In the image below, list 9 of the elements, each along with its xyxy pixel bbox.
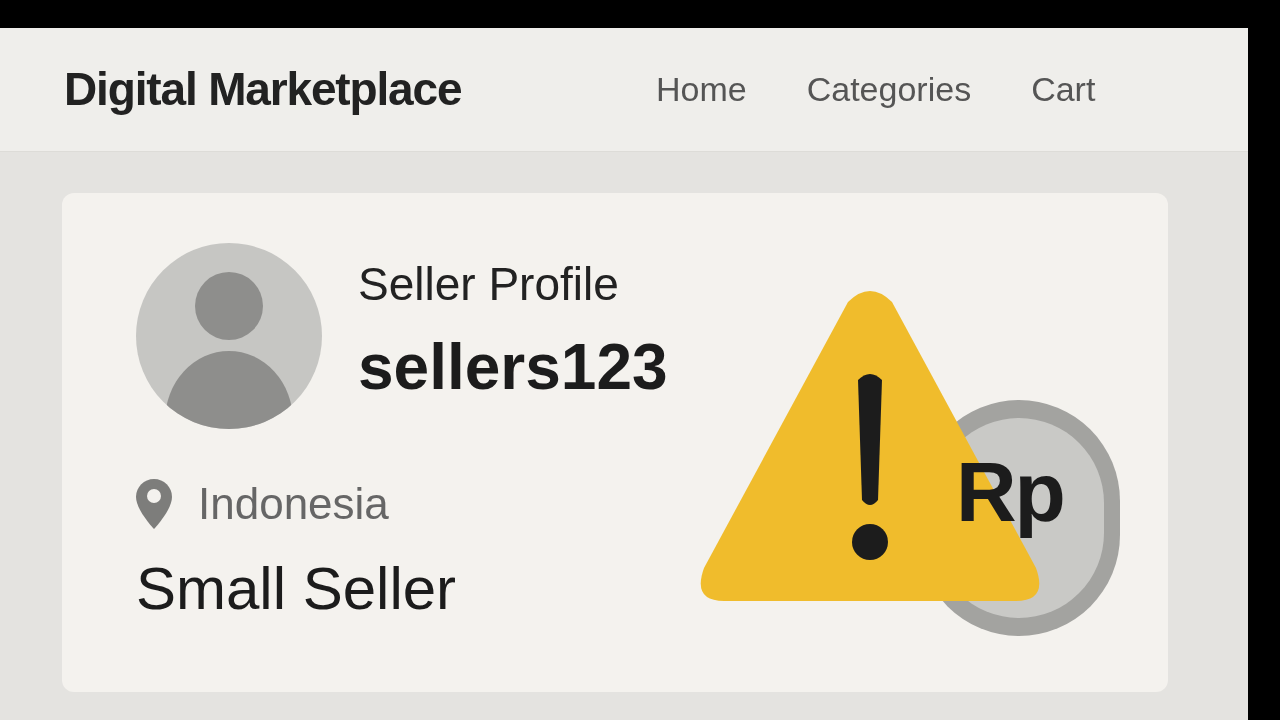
seller-level-label: Small Seller: [136, 559, 457, 619]
nav-link[interactable]: Home: [656, 64, 747, 115]
profile-heading: Seller Profile: [358, 261, 620, 307]
location-pin-icon: [136, 479, 172, 529]
seller-username: sellers123: [358, 335, 668, 399]
nav-link[interactable]: Cart: [1031, 64, 1096, 115]
seller-location: Indonesia: [198, 478, 389, 530]
nav-link[interactable]: Categories: [806, 64, 972, 115]
site-title: Digital Marketplace: [64, 62, 463, 117]
